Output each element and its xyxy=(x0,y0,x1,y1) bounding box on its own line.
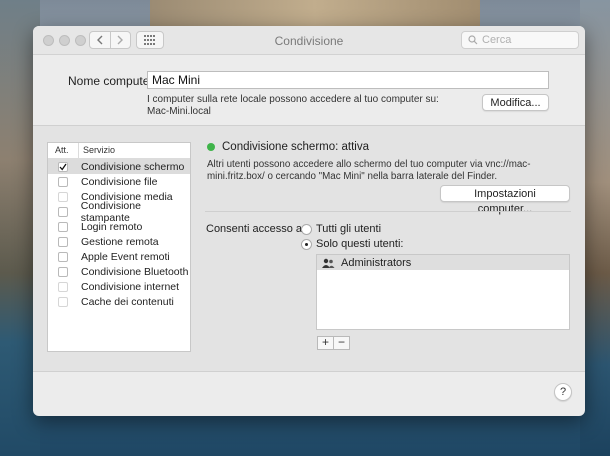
sidebar-item-service[interactable]: Condivisione stampante xyxy=(48,200,190,224)
service-status: Condivisione schermo: attiva xyxy=(222,141,370,153)
allow-access-label: Consenti accesso a: xyxy=(206,223,306,235)
help-button[interactable]: ? xyxy=(554,383,572,401)
sidebar-item-service[interactable]: Condivisione schermo xyxy=(48,159,190,174)
allowed-users-list: Administrators xyxy=(316,254,570,330)
service-checkbox[interactable] xyxy=(58,221,68,232)
computer-name-label: Nome computer: xyxy=(68,74,157,88)
sidebar-item-service[interactable]: Condivisione file xyxy=(48,174,190,189)
service-label: Login remoto xyxy=(81,220,143,233)
service-checkbox[interactable] xyxy=(58,296,68,307)
service-checkbox[interactable] xyxy=(58,281,68,292)
computer-name-input[interactable] xyxy=(147,71,549,89)
screen-sharing-description: Altri utenti possono accedere allo scher… xyxy=(207,159,577,183)
service-label: Apple Event remoti xyxy=(81,250,170,263)
search-input[interactable] xyxy=(482,34,572,46)
computer-settings-button[interactable]: Impostazioni computer... xyxy=(440,185,570,215)
edit-name-button[interactable]: Modifica... xyxy=(482,94,549,111)
service-label: Cache dei contenuti xyxy=(81,295,174,308)
local-address-text: I computer sulla rete locale possono acc… xyxy=(147,94,439,105)
radio-only-these-users-label[interactable]: Solo questi utenti: xyxy=(316,238,403,250)
service-label: Condivisione file xyxy=(81,175,158,188)
services-list-header: Att. Servizio xyxy=(48,143,190,159)
service-checkbox[interactable] xyxy=(58,266,68,277)
user-row[interactable]: Administrators xyxy=(317,255,569,270)
service-checkbox[interactable] xyxy=(58,161,68,172)
description-prefix: Altri utenti possono accedere allo scher… xyxy=(207,159,486,170)
local-address-description: I computer sulla rete locale possono acc… xyxy=(147,94,439,118)
service-checkbox[interactable] xyxy=(58,191,68,202)
service-checkbox[interactable] xyxy=(58,236,68,247)
user-name: Administrators xyxy=(341,256,412,269)
sharing-window: Condivisione Nome computer: I computer s… xyxy=(33,26,585,416)
checkmark-icon xyxy=(59,163,67,171)
radio-all-users[interactable] xyxy=(301,224,312,235)
sidebar-item-service[interactable]: Apple Event remoti xyxy=(48,249,190,264)
radio-only-these-users[interactable] xyxy=(301,239,312,250)
service-label: Condivisione Bluetooth xyxy=(81,265,189,278)
service-label: Condivisione schermo xyxy=(81,160,185,173)
sidebar-item-service[interactable]: Condivisione internet xyxy=(48,279,190,294)
service-checkbox[interactable] xyxy=(58,251,68,262)
title-bar: Condivisione xyxy=(33,26,585,55)
sharing-settings-area: Att. Servizio Condivisione schermo Condiv… xyxy=(33,125,585,372)
section-divider xyxy=(205,211,571,212)
service-label: Condivisione internet xyxy=(81,280,180,293)
local-hostname: Mac-Mini.local xyxy=(147,106,211,117)
service-checkbox[interactable] xyxy=(58,206,68,217)
column-header-service[interactable]: Servizio xyxy=(79,143,115,158)
search-field[interactable] xyxy=(461,31,579,49)
service-label: Gestione remota xyxy=(81,235,159,248)
search-icon xyxy=(468,35,478,45)
radio-all-users-label[interactable]: Tutti gli utenti xyxy=(316,223,381,235)
add-user-button[interactable]: + xyxy=(317,336,334,350)
sidebar-item-service[interactable]: Condivisione Bluetooth xyxy=(48,264,190,279)
service-checkbox[interactable] xyxy=(58,176,68,187)
sidebar-item-service[interactable]: Cache dei contenuti xyxy=(48,294,190,309)
group-icon xyxy=(322,258,335,268)
services-list: Att. Servizio Condivisione schermo Condiv… xyxy=(47,142,191,352)
column-header-on[interactable]: Att. xyxy=(48,143,79,158)
sidebar-item-service[interactable]: Gestione remota xyxy=(48,234,190,249)
remove-user-button[interactable]: − xyxy=(333,336,350,350)
description-suffix: o cercando "Mac Mini" nella barra latera… xyxy=(264,171,498,182)
status-indicator-dot xyxy=(207,143,215,151)
